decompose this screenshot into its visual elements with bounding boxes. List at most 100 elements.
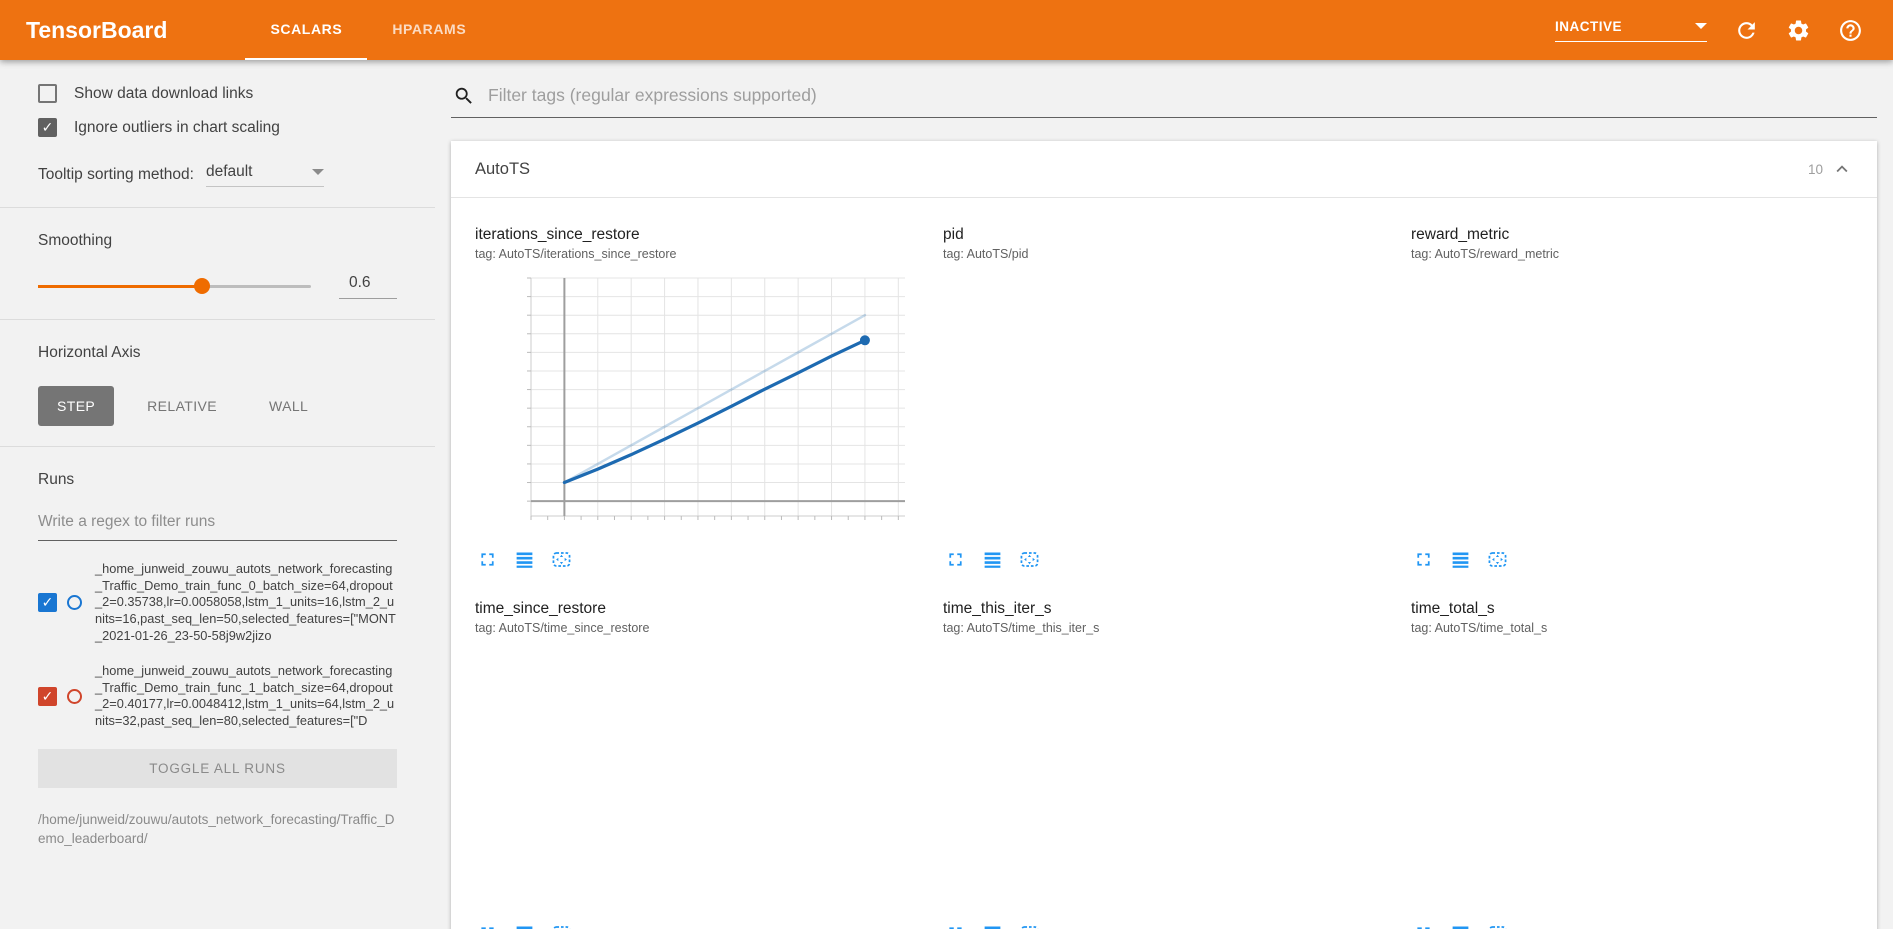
general-options-section: Show data download links ✓ Ignore outlie… (0, 60, 435, 208)
run-item: ✓ _home_junweid_zouwu_autots_network_for… (38, 663, 397, 730)
fit-domain-icon[interactable] (1019, 923, 1040, 929)
expand-chart-icon[interactable] (477, 549, 498, 570)
run-item: ✓ _home_junweid_zouwu_autots_network_for… (38, 561, 397, 644)
logdir-path: /home/junweid/zouwu/autots_network_forec… (38, 810, 397, 849)
chart-plot[interactable] (1411, 270, 1851, 542)
chart-tag: tag: AutoTS/iterations_since_restore (475, 247, 915, 261)
tooltip-sort-select[interactable]: default (206, 163, 324, 187)
runs-section: Runs ✓ _home_junweid_zouwu_autots_networ… (0, 447, 435, 849)
search-icon (453, 85, 475, 107)
run-radio[interactable] (67, 595, 82, 610)
fit-domain-icon[interactable] (1487, 549, 1508, 570)
chart-tag: tag: AutoTS/reward_metric (1411, 247, 1851, 261)
chart-title: time_total_s (1411, 600, 1851, 618)
run-name: _home_junweid_zouwu_autots_network_forec… (95, 663, 397, 730)
main-tabs: SCALARS HPARAMS (245, 0, 491, 60)
main-content: AutoTS 10 iterations_since_restore tag: … (435, 60, 1893, 929)
chart-plot[interactable] (943, 270, 1383, 542)
log-scale-icon[interactable] (1450, 923, 1471, 929)
run-list: ✓ _home_junweid_zouwu_autots_network_for… (38, 561, 397, 730)
autots-card: AutoTS 10 iterations_since_restore tag: … (451, 141, 1877, 929)
show-download-links-checkbox[interactable] (38, 84, 57, 103)
chart-reward-metric: reward_metric tag: AutoTS/reward_metric (1411, 226, 1851, 570)
ignore-outliers-checkbox-row[interactable]: ✓ Ignore outliers in chart scaling (38, 118, 397, 137)
run-checkbox[interactable]: ✓ (38, 593, 57, 612)
chart-title: pid (943, 226, 1383, 244)
expand-chart-icon[interactable] (1413, 549, 1434, 570)
expand-chart-icon[interactable] (477, 923, 498, 929)
tab-hparams[interactable]: HPARAMS (367, 0, 491, 60)
chart-tag: tag: AutoTS/time_this_iter_s (943, 621, 1383, 635)
log-scale-icon[interactable] (514, 923, 535, 929)
chevron-down-icon (1695, 23, 1707, 29)
chart-pid: pid tag: AutoTS/pid (943, 226, 1383, 570)
log-scale-icon[interactable] (982, 549, 1003, 570)
horizontal-axis-label: Horizontal Axis (38, 344, 397, 362)
chart-time-this-iter: time_this_iter_s tag: AutoTS/time_this_i… (943, 600, 1383, 929)
chart-plot[interactable] (475, 644, 915, 916)
chart-time-total: time_total_s tag: AutoTS/time_total_s (1411, 600, 1851, 929)
section-title: AutoTS (475, 160, 530, 179)
sidebar: Show data download links ✓ Ignore outlie… (0, 60, 435, 929)
toggle-all-runs-button[interactable]: TOGGLE ALL RUNS (38, 749, 397, 788)
chart-plot[interactable] (943, 644, 1383, 916)
expand-chart-icon[interactable] (1413, 923, 1434, 929)
settings-gear-icon[interactable] (1786, 18, 1811, 43)
status-label: INACTIVE (1555, 19, 1622, 34)
run-checkbox[interactable]: ✓ (38, 687, 57, 706)
runs-filter-input[interactable] (38, 507, 397, 541)
chevron-down-icon (312, 169, 324, 175)
chart-title: time_since_restore (475, 600, 915, 618)
smoothing-fill (38, 285, 202, 288)
ignore-outliers-checkbox[interactable]: ✓ (38, 118, 57, 137)
fit-domain-icon[interactable] (1019, 549, 1040, 570)
log-scale-icon[interactable] (514, 549, 535, 570)
chart-plot[interactable] (1411, 644, 1851, 916)
chart-tag: tag: AutoTS/time_total_s (1411, 621, 1851, 635)
expand-chart-icon[interactable] (945, 549, 966, 570)
checkbox-label: Ignore outliers in chart scaling (74, 119, 280, 137)
help-icon[interactable] (1838, 18, 1863, 43)
tag-filter-input[interactable] (486, 84, 1875, 107)
fit-domain-icon[interactable] (551, 549, 572, 570)
chart-count-badge: 10 (1808, 162, 1823, 177)
chart-title: reward_metric (1411, 226, 1851, 244)
charts-grid: iterations_since_restore tag: AutoTS/ite… (451, 198, 1877, 929)
chart-tag: tag: AutoTS/time_since_restore (475, 621, 915, 635)
refresh-icon[interactable] (1734, 18, 1759, 43)
run-radio[interactable] (67, 689, 82, 704)
chart-time-since-restore: time_since_restore tag: AutoTS/time_sinc… (475, 600, 915, 929)
fit-domain-icon[interactable] (1487, 923, 1508, 929)
chart-plot[interactable] (475, 270, 915, 542)
checkbox-label: Show data download links (74, 85, 253, 103)
expand-chart-icon[interactable] (945, 923, 966, 929)
smoothing-slider[interactable] (38, 285, 311, 288)
chart-title: iterations_since_restore (475, 226, 915, 244)
tooltip-sort-value: default (206, 163, 253, 181)
status-dropdown[interactable]: INACTIVE (1555, 19, 1707, 42)
axis-step-button[interactable]: STEP (38, 386, 114, 426)
run-name: _home_junweid_zouwu_autots_network_forec… (95, 561, 397, 644)
log-scale-icon[interactable] (982, 923, 1003, 929)
chart-iterations-since-restore: iterations_since_restore tag: AutoTS/ite… (475, 226, 915, 570)
tab-scalars[interactable]: SCALARS (245, 0, 367, 60)
tag-filter-row (451, 76, 1877, 118)
app-header: TensorBoard SCALARS HPARAMS INACTIVE (0, 0, 1893, 60)
smoothing-thumb[interactable] (194, 278, 210, 294)
smoothing-section: Smoothing 0.6 (0, 208, 435, 320)
collapse-section-icon[interactable] (1831, 158, 1853, 180)
chart-title: time_this_iter_s (943, 600, 1383, 618)
app-title: TensorBoard (26, 17, 167, 44)
tooltip-sort-label: Tooltip sorting method: (38, 166, 194, 184)
chart-tag: tag: AutoTS/pid (943, 247, 1383, 261)
axis-wall-button[interactable]: WALL (250, 386, 327, 426)
horizontal-axis-section: Horizontal Axis STEP RELATIVE WALL (0, 320, 435, 447)
axis-relative-button[interactable]: RELATIVE (128, 386, 236, 426)
smoothing-label: Smoothing (38, 232, 397, 250)
fit-domain-icon[interactable] (551, 923, 572, 929)
smoothing-value[interactable]: 0.6 (339, 274, 397, 299)
section-header[interactable]: AutoTS 10 (451, 141, 1877, 198)
runs-label: Runs (38, 471, 397, 489)
log-scale-icon[interactable] (1450, 549, 1471, 570)
show-download-links-checkbox-row[interactable]: Show data download links (38, 84, 397, 103)
